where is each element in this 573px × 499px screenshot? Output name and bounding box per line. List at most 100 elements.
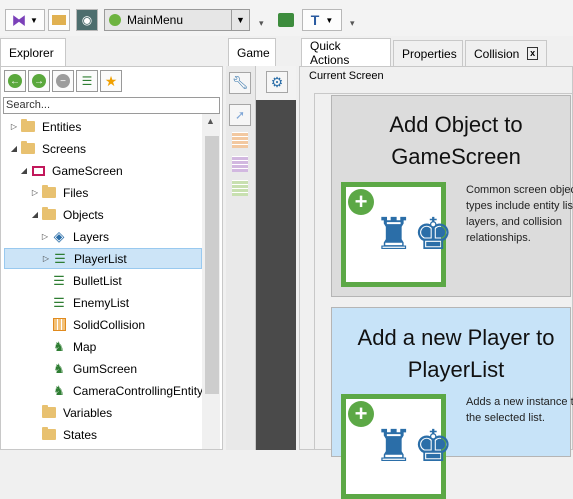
tree-item-label: CameraControllingEntity xyxy=(73,383,204,398)
chess-icon: ♜♚ xyxy=(374,210,453,259)
game-viewport[interactable] xyxy=(256,100,296,450)
tab-properties-label: Properties xyxy=(402,46,457,61)
folder-icon xyxy=(41,427,57,443)
tree-item-label: EnemyList xyxy=(73,295,130,310)
expand-arrow-icon[interactable]: ▷ xyxy=(40,254,52,263)
add-object-card[interactable]: Add Object to GameScreen + ♜♚ Common scr… xyxy=(331,95,573,297)
tree-item-label: PlayerList xyxy=(74,251,127,266)
screenshot-button[interactable]: ◉ xyxy=(76,9,98,31)
visual-studio-icon: ⧓ xyxy=(12,11,27,28)
quick-actions-panel: Current Screen Add Object to GameScreen … xyxy=(299,66,573,499)
tree-item-objects[interactable]: ◢ Objects xyxy=(29,204,104,225)
list-view-button[interactable]: ☰ xyxy=(76,70,98,92)
tree-item-label: SolidCollision xyxy=(73,317,146,332)
cursor-icon: ➚ xyxy=(234,108,246,122)
tree-item-bulletlist[interactable]: ☰ BulletList xyxy=(51,270,122,291)
tree-item-cameracontrollingentity[interactable]: ♞ CameraControllingEntity xyxy=(51,380,203,401)
gear-icon: ⚙ xyxy=(270,73,284,90)
tree-item-label: GumScreen xyxy=(73,361,138,376)
tree-item-gamescreen[interactable]: ◢ GameScreen xyxy=(18,160,123,181)
add-player-card[interactable]: Add a new Player to PlayerList + ♜♚ Adds… xyxy=(331,307,573,499)
screen-selector[interactable]: MainMenu ▼ xyxy=(104,9,250,31)
layers-icon xyxy=(278,13,294,27)
tree-item-label: Files xyxy=(63,185,89,200)
tree-item-entities[interactable]: ▷ Entities xyxy=(8,116,81,137)
scrollbar-thumb[interactable] xyxy=(205,136,219,394)
folder-icon xyxy=(41,207,57,223)
back-button[interactable]: ← xyxy=(4,70,26,92)
tab-collision-label: Collision xyxy=(474,46,520,61)
favorites-button[interactable]: ★ xyxy=(100,70,122,92)
tree-item-label: Entities xyxy=(42,119,82,134)
plus-icon: + xyxy=(348,189,374,215)
explorer-toolbar: ← → − ☰ ★ xyxy=(4,70,122,94)
collapse-arrow-icon[interactable]: ◢ xyxy=(8,144,20,153)
tab-explorer[interactable]: Explorer xyxy=(0,38,66,67)
tree-item-label: States xyxy=(63,427,98,442)
search-input[interactable]: Search... xyxy=(3,97,220,114)
section-label: Current Screen xyxy=(309,70,384,82)
tab-collision[interactable]: Collision x xyxy=(465,40,547,66)
expand-arrow-icon[interactable]: ▷ xyxy=(8,122,20,131)
tree-item-files[interactable]: ▷ Files xyxy=(29,182,88,203)
camera-icon: ◉ xyxy=(81,13,93,27)
explorer-scrollbar[interactable]: ▲ xyxy=(202,114,220,449)
add-object-title: Add Object to GameScreen xyxy=(389,112,523,169)
tree-item-gumscreen[interactable]: ♞ GumScreen xyxy=(51,358,137,379)
folder-icon xyxy=(20,141,36,157)
add-player-title: Add a new Player to PlayerList xyxy=(357,325,555,382)
forward-button[interactable]: → xyxy=(28,70,50,92)
tile-tool-green[interactable] xyxy=(229,178,251,198)
settings-button[interactable]: ⚙ xyxy=(266,71,288,93)
close-icon[interactable]: x xyxy=(527,47,538,60)
tab-explorer-label: Explorer xyxy=(9,46,54,60)
tab-game[interactable]: Game xyxy=(228,38,276,67)
tree-item-playerlist[interactable]: ▷ ☰ PlayerList xyxy=(4,248,202,269)
plus-icon: + xyxy=(348,401,374,427)
collapse-arrow-icon[interactable]: ◢ xyxy=(18,166,30,175)
toolbar-grip-icon: ▾ xyxy=(350,18,355,28)
collapse-arrow-icon[interactable]: ◢ xyxy=(29,210,41,219)
expand-arrow-icon[interactable]: ▷ xyxy=(39,232,51,241)
list-icon: ☰ xyxy=(53,294,65,310)
collapse-button[interactable]: − xyxy=(52,70,74,92)
wrench-icon: 🔧︎ xyxy=(231,75,249,90)
wrench-button[interactable]: 🔧︎ xyxy=(229,72,251,94)
chevron-down-icon[interactable]: ▼ xyxy=(231,10,249,30)
forward-arrow-icon: → xyxy=(32,74,46,88)
layers-button[interactable] xyxy=(275,9,297,31)
tree-item-label: GameScreen xyxy=(52,163,123,178)
expand-arrow-icon[interactable]: ▷ xyxy=(29,188,41,197)
tree-item-solidcollision[interactable]: SolidCollision xyxy=(51,314,145,335)
folder-icon xyxy=(41,405,57,421)
tree-item-screens[interactable]: ◢ Screens xyxy=(8,138,86,159)
tile-tool-orange[interactable] xyxy=(229,130,251,150)
tree-item-layers[interactable]: ▷ ◈ Layers xyxy=(39,226,109,247)
object-icon: ♞ xyxy=(53,360,65,376)
tree-item-label: Variables xyxy=(63,405,113,420)
tree-item-map[interactable]: ♞ Map xyxy=(51,336,96,357)
star-icon: ★ xyxy=(104,72,118,89)
main-toolbar: ⧓ ▼ ◉ MainMenu ▼ ▾ T ▼ ▾ xyxy=(0,0,573,36)
tab-quick-actions[interactable]: Quick Actions xyxy=(301,38,391,67)
screen-icon xyxy=(30,163,46,179)
object-icon: ♞ xyxy=(53,338,65,354)
tile-tool-purple[interactable] xyxy=(229,154,251,174)
tree-item-variables[interactable]: Variables xyxy=(41,402,112,423)
select-tool-button[interactable]: ➚ xyxy=(229,104,251,126)
tree-item-label: Screens xyxy=(42,141,87,156)
open-folder-button[interactable] xyxy=(48,9,70,31)
game-settings-bar: ⚙ xyxy=(256,66,296,100)
scroll-up-icon[interactable]: ▲ xyxy=(206,116,215,126)
tab-quick-actions-label: Quick Actions xyxy=(310,39,350,67)
tool-dropdown-button[interactable]: T ▼ xyxy=(302,9,342,31)
tab-game-label: Game xyxy=(237,46,270,60)
tab-properties[interactable]: Properties xyxy=(393,40,463,66)
visual-studio-button[interactable]: ⧓ ▼ xyxy=(5,9,45,31)
tree-item-enemylist[interactable]: ☰ EnemyList xyxy=(51,292,129,313)
object-icon: ♞ xyxy=(53,382,65,398)
folder-icon xyxy=(41,185,57,201)
collision-grid-icon xyxy=(51,317,67,333)
toolbar-grip-icon: ▾ xyxy=(259,18,264,28)
tree-item-states[interactable]: States xyxy=(41,424,97,445)
